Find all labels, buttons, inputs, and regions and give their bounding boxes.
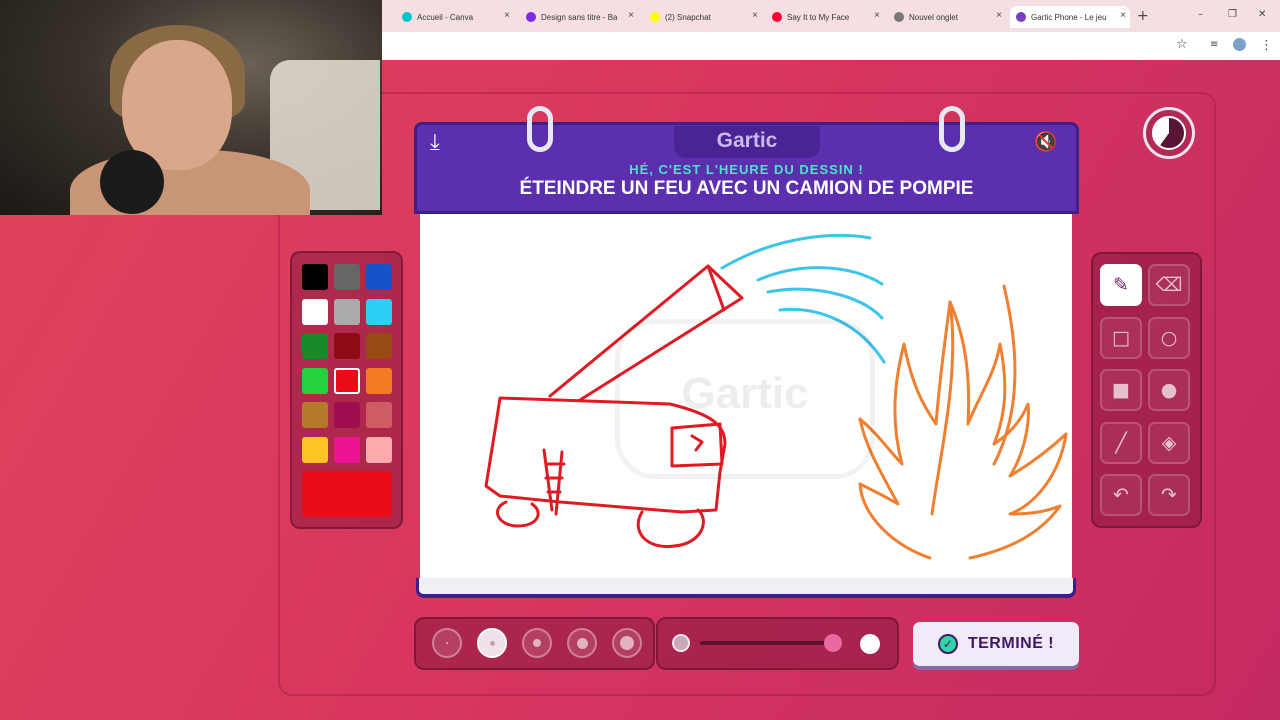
color-swatch[interactable] [366, 402, 392, 428]
minimize-button[interactable]: – [1198, 9, 1203, 20]
round-timer [1143, 107, 1195, 159]
speaker-muted-icon[interactable]: 🔇 [1034, 130, 1058, 153]
tab-close-icon[interactable]: × [628, 10, 634, 21]
tab-favicon-icon [894, 12, 904, 22]
color-swatch[interactable] [334, 436, 360, 463]
truck-wheel-stroke [636, 508, 705, 549]
color-swatch[interactable] [366, 298, 392, 325]
tab-label: Design sans titre - Ba [541, 12, 618, 22]
tab-label: Accueil - Canva [417, 12, 474, 22]
restore-button[interactable]: ❐ [1228, 9, 1237, 20]
browser-menu-icon[interactable]: ⋮ [1260, 38, 1273, 53]
opacity-max-marker [860, 634, 880, 654]
tab-label: (2) Snapchat [665, 12, 711, 22]
browser-tab[interactable]: Gartic Phone - Le jeu × [1010, 6, 1130, 28]
fire-stroke [858, 300, 1068, 560]
notebook-ring-left [527, 106, 553, 152]
microphone-icon [100, 150, 164, 214]
redo-tool[interactable]: ↷ [1148, 474, 1190, 516]
color-swatch[interactable] [366, 436, 392, 463]
new-tab-button[interactable]: + [1137, 8, 1149, 24]
browser-tab[interactable]: Design sans titre - Ba × [520, 6, 638, 28]
download-icon[interactable]: ⤓ [430, 130, 440, 155]
line-tool[interactable]: ╱ [1100, 421, 1142, 464]
browser-tab[interactable]: Say It to My Face × [766, 6, 884, 28]
color-swatch[interactable] [366, 333, 392, 359]
gartic-watermark: Gartic [615, 319, 875, 479]
reading-list-icon[interactable]: ≡ [1210, 39, 1218, 50]
pen-tool[interactable]: ✎ [1100, 264, 1142, 306]
gartic-logo: Gartic [674, 126, 820, 158]
brush-size-button[interactable] [567, 628, 597, 658]
rectangle-outline-tool[interactable]: □ [1100, 316, 1142, 359]
brush-size-button[interactable] [522, 628, 552, 658]
tab-favicon-icon [650, 12, 660, 22]
brush-size-button[interactable] [612, 628, 642, 658]
undo-tool[interactable]: ↶ [1100, 474, 1142, 516]
fire-inner-stroke [930, 284, 1017, 516]
webcam-overlay [0, 0, 382, 215]
rectangle-fill-tool[interactable]: ■ [1100, 369, 1142, 411]
color-swatch[interactable] [334, 264, 360, 290]
tab-close-icon[interactable]: × [504, 10, 510, 21]
opacity-min-marker [672, 634, 690, 652]
timer-progress [1152, 116, 1186, 150]
brush-size-button[interactable] [477, 628, 507, 658]
done-button[interactable]: ✓ TERMINÉ ! [913, 622, 1079, 666]
color-swatch[interactable] [366, 367, 392, 394]
current-color-preview [302, 471, 392, 517]
truck-ladder-side-stroke [542, 448, 566, 516]
check-icon: ✓ [937, 634, 958, 654]
tab-favicon-icon [526, 12, 536, 22]
tab-label: Say It to My Face [787, 12, 850, 22]
brush-size-dot [620, 636, 634, 650]
fill-bucket-tool[interactable]: ◈ [1148, 421, 1190, 464]
tab-label: Nouvel onglet [909, 12, 958, 22]
browser-tab[interactable]: (2) Snapchat × [644, 6, 762, 28]
color-swatch[interactable] [302, 333, 328, 359]
drawing-prompt-title: ÉTEINDRE UN FEU AVEC UN CAMION DE POMPIE [519, 178, 974, 199]
tab-close-icon[interactable]: × [1120, 10, 1126, 21]
tab-label: Gartic Phone - Le jeu [1031, 12, 1107, 22]
water-stroke [756, 266, 884, 286]
truck-wheel-stroke [496, 500, 540, 528]
drawing-prompt-subtitle: HÉ, C'EST L'HEURE DU DESSIN ! [629, 162, 864, 177]
notebook-bottom-edge [416, 578, 1076, 598]
brush-size-dot [576, 637, 588, 649]
tab-favicon-icon [772, 12, 782, 22]
opacity-slider-track[interactable] [700, 641, 840, 645]
drawing-canvas[interactable]: Gartic [420, 214, 1072, 580]
notebook-ring-right [939, 106, 965, 152]
color-swatch[interactable] [302, 436, 328, 463]
brush-size-button[interactable] [432, 628, 462, 658]
color-swatch[interactable] [302, 264, 328, 290]
browser-tab[interactable]: Accueil - Canva × [396, 6, 514, 28]
color-swatch[interactable] [334, 367, 360, 394]
opacity-slider-thumb[interactable] [824, 634, 842, 652]
brush-size-dot [533, 639, 541, 647]
color-swatch[interactable] [302, 367, 328, 394]
color-swatch[interactable] [334, 298, 360, 325]
close-window-button[interactable]: ✕ [1258, 9, 1266, 20]
tab-favicon-icon [1016, 12, 1026, 22]
tab-close-icon[interactable]: × [874, 10, 880, 21]
water-stroke [720, 233, 872, 270]
color-swatch[interactable] [302, 402, 328, 428]
brush-size-dot [489, 640, 495, 646]
ellipse-fill-tool[interactable]: ● [1148, 369, 1190, 411]
tab-close-icon[interactable]: × [996, 10, 1002, 21]
bookmark-star-icon[interactable]: ☆ [1176, 37, 1188, 52]
color-swatch[interactable] [302, 298, 328, 325]
brush-size-dot [446, 642, 448, 644]
tab-close-icon[interactable]: × [752, 10, 758, 21]
color-swatch[interactable] [334, 333, 360, 359]
browser-tab[interactable]: Nouvel onglet × [888, 6, 1006, 28]
color-swatch[interactable] [366, 264, 392, 290]
ellipse-outline-tool[interactable]: ○ [1148, 316, 1190, 359]
eraser-tool[interactable]: ⌫ [1148, 264, 1190, 306]
done-button-label: TERMINÉ ! [967, 635, 1055, 652]
tab-favicon-icon [402, 12, 412, 22]
color-swatch[interactable] [334, 402, 360, 428]
profile-avatar[interactable] [1233, 38, 1246, 51]
